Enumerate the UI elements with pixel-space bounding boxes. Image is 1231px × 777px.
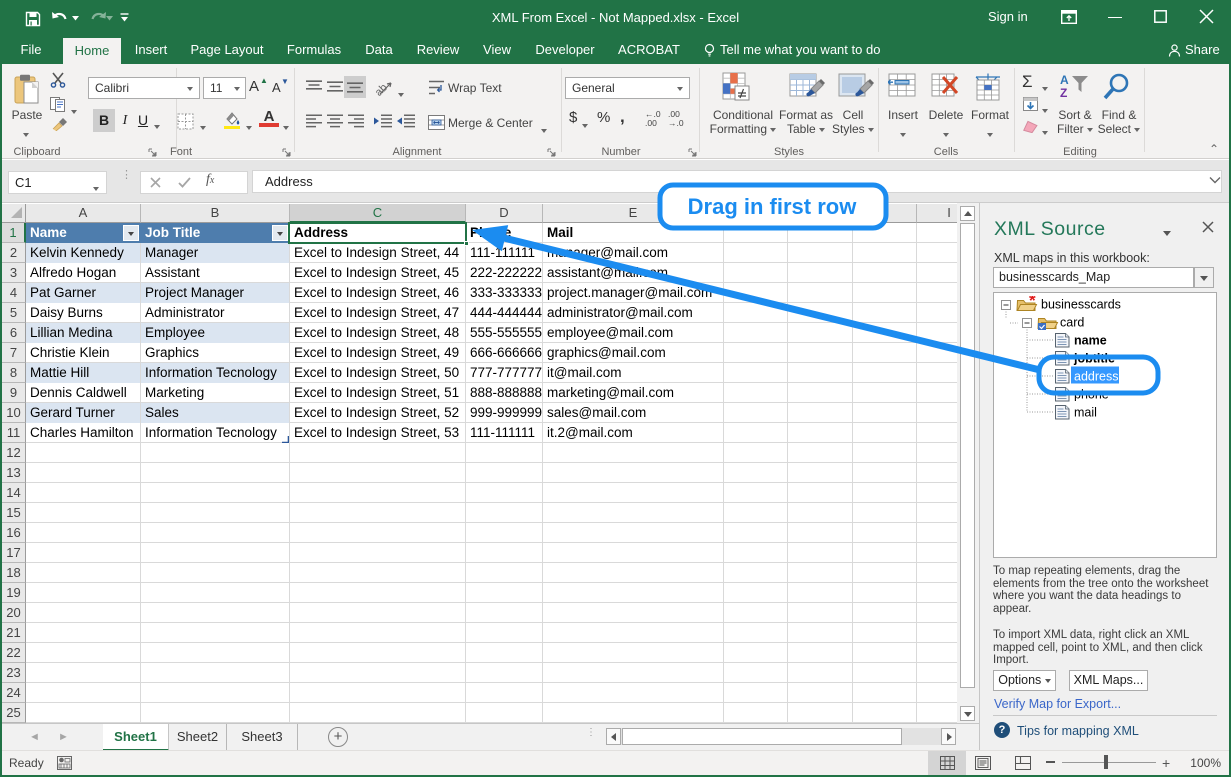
svg-text:phone: phone xyxy=(1074,388,1109,402)
svg-text:*: * xyxy=(1029,296,1036,310)
svg-text:A: A xyxy=(1060,73,1069,87)
svg-text:Z: Z xyxy=(1060,86,1067,100)
svg-text:name: name xyxy=(1074,334,1107,348)
svg-text:mail: mail xyxy=(1074,406,1097,420)
svg-text:address: address xyxy=(1074,370,1118,384)
svg-text:card: card xyxy=(1060,316,1084,330)
svg-text:jobtitle: jobtitle xyxy=(1073,352,1115,366)
svg-text:businesscards: businesscards xyxy=(1041,298,1121,312)
